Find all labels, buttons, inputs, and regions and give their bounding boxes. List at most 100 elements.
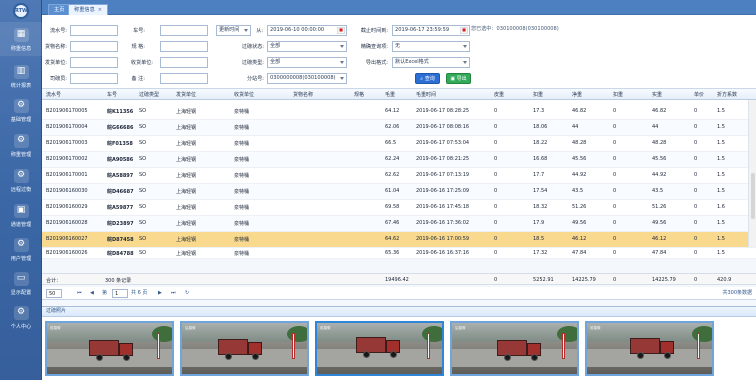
sidebar-item-user-management[interactable]: ⚙ 用户管理 — [0, 232, 42, 266]
photo-truck — [630, 334, 675, 360]
remote-weigh-icon: ⚙ — [13, 169, 29, 183]
sidebar-item-channel-management[interactable]: ▣ 通道管理 — [0, 198, 42, 232]
weighing-type-label: 过磅类型: — [241, 60, 264, 66]
spec-input[interactable] — [160, 41, 208, 52]
weighing-type-select[interactable]: 全部 — [267, 57, 347, 68]
table-row[interactable]: B201906170005 皖K11356 SO 上海轻钢 泉特桶 64.12 2019-0… — [42, 104, 756, 120]
photo-trees — [557, 326, 577, 342]
column-header[interactable]: 毛重时间 — [416, 91, 436, 98]
sidebar-item-basic-management[interactable]: ⚙ 基础管理 — [0, 93, 42, 127]
column-header[interactable]: 过磅类型 — [139, 91, 159, 98]
column-header[interactable]: 货物名称 — [293, 91, 313, 98]
precise-query-label: 精确查询项: — [360, 44, 388, 50]
weighing-photo-thumbnail[interactable]: 前摄像 — [585, 321, 714, 376]
vertical-scrollbar[interactable] — [748, 100, 756, 247]
sidebar-item-label: 统计报表 — [10, 83, 32, 89]
sidebar-item-weighing-info[interactable]: ▦ 称重信息 — [0, 22, 42, 56]
scroll-thumb[interactable] — [751, 173, 755, 219]
table-row[interactable]: B201906160026 皖D84788 SO 上海轻钢 泉特桶 65.36 2019-0… — [42, 248, 756, 259]
end-time-input[interactable]: 2019-06-17 23:59:59 ■ — [392, 25, 470, 36]
table-row[interactable]: B201906170004 皖G66686 SO 上海轻钢 泉特桶 62.06 2019-0… — [42, 120, 756, 136]
summary-actual-total: 14225.79 — [652, 277, 676, 283]
flow-number-input[interactable] — [70, 25, 118, 36]
prev-page-icon[interactable]: ◀ — [90, 289, 94, 298]
table-header: 流水号 车号 过磅类型 发货单位 收货单位 货物名称 规格 毛重 毛重时间 皮重… — [42, 89, 756, 100]
weighing-photo-thumbnail[interactable]: 前摄像 — [45, 321, 174, 376]
calendar-icon[interactable]: ■ — [337, 27, 345, 34]
operator-input[interactable] — [70, 73, 118, 84]
column-header[interactable]: 车号 — [107, 91, 117, 98]
search-button[interactable]: ⌕ 查询 — [415, 73, 440, 84]
spec-label: 规 格: — [131, 44, 145, 50]
camera-label: 前摄像 — [50, 326, 61, 330]
summary-second-deduct-total: 0 — [613, 277, 617, 283]
photo-truck — [89, 336, 134, 362]
table-row[interactable]: B201906170002 皖A90586 SO 上海轻钢 泉特桶 62.24 2019-0… — [42, 152, 756, 168]
sidebar-item-personal-center[interactable]: ⚙ 个人中心 — [0, 300, 42, 334]
column-header[interactable]: 实重 — [652, 91, 662, 98]
column-header[interactable]: 扣重 — [533, 91, 543, 98]
sender-input[interactable] — [70, 57, 118, 68]
weighing-status-select[interactable]: 全部 — [267, 41, 347, 52]
sidebar-item-statistics[interactable]: ▥ 统计报表 — [0, 59, 42, 93]
export-format-select[interactable]: 默认Excel格式 — [392, 57, 470, 68]
sidebar-item-label: 个人中心 — [10, 324, 32, 330]
first-page-icon[interactable]: ⏮ — [77, 289, 82, 298]
receiver-input[interactable] — [160, 57, 208, 68]
precise-query-select[interactable]: 无 — [392, 41, 470, 52]
column-header[interactable]: 扣重 — [613, 91, 623, 98]
weighing-records-table: 流水号 车号 过磅类型 发货单位 收货单位 货物名称 规格 毛重 毛重时间 皮重… — [42, 89, 756, 259]
sidebar-item-weighing-management[interactable]: ⚙ 称重管理 — [0, 128, 42, 162]
chart-icon: ▥ — [13, 65, 29, 79]
table-row[interactable]: B201906160030 皖D46687 SO 上海轻钢 泉特桶 61.04 2019-0… — [42, 184, 756, 200]
table-row[interactable]: B201906170001 皖A58897 SO 上海轻钢 泉特桶 62.62 2019-0… — [42, 168, 756, 184]
table-row[interactable]: B201906160028 皖D23897 SO 上海轻钢 泉特桶 67.46 2019-0… — [42, 216, 756, 232]
remark-input[interactable] — [160, 73, 208, 84]
page-number-input[interactable]: 1 — [112, 289, 128, 298]
column-header[interactable]: 收货单位 — [234, 91, 254, 98]
column-header[interactable]: 净重 — [572, 91, 582, 98]
summary-net-total: 14225.79 — [572, 277, 596, 283]
start-time-input[interactable]: 2019-06-10 00:00:00 ■ — [267, 25, 347, 36]
column-header[interactable]: 皮重 — [494, 91, 504, 98]
top-tab-bar: 主页 称重信息 × — [42, 0, 756, 15]
weighing-photo-thumbnail[interactable]: 后摄像 — [180, 321, 309, 376]
sidebar-item-label: 显示配置 — [10, 290, 32, 296]
pagination-bar: 50 ⏮ ◀ 第 1 共 6 页 ▶ ⏭ ↻ 共300条数据 — [42, 287, 756, 300]
camera-label: 后摄像 — [185, 326, 196, 330]
tab-weighing-info[interactable]: 称重信息 × — [68, 4, 109, 15]
column-header[interactable]: 毛重 — [385, 91, 395, 98]
user-admin-icon: ⚙ — [13, 238, 29, 252]
station-select[interactable]: 0300000008(030100008) — [267, 73, 347, 84]
next-page-icon[interactable]: ▶ — [158, 289, 162, 298]
close-icon[interactable]: × — [98, 7, 102, 13]
photo-trees — [287, 326, 307, 342]
column-header[interactable]: 发货单位 — [176, 91, 196, 98]
photo-panel-title: 过磅照片 — [42, 307, 756, 317]
column-header[interactable]: 流水号 — [46, 91, 61, 98]
goods-name-input[interactable] — [70, 41, 118, 52]
table-row[interactable]: B201906170003 皖F01358 SO 上海轻钢 泉特桶 66.5 2019-06… — [42, 136, 756, 152]
column-header[interactable]: 规格 — [354, 91, 364, 98]
sidebar-item-remote-weighing[interactable]: ⚙ 远程过衡 — [0, 163, 42, 197]
time-type-select[interactable]: 更新时间 — [216, 25, 251, 36]
station-label: 分站号: — [247, 76, 264, 82]
selected-weighing-photo-thumbnail[interactable]: 前摄像 — [315, 321, 444, 376]
column-header[interactable]: 折方系数 — [717, 91, 737, 98]
goods-name-label: 货物名称: — [44, 44, 67, 50]
page-size-select[interactable]: 50 — [46, 289, 62, 298]
export-button[interactable]: ▣ 导出 — [446, 73, 471, 84]
weighing-photo-thumbnail[interactable]: 后摄像 — [450, 321, 579, 376]
sender-label: 发货单位: — [44, 60, 67, 66]
column-header[interactable]: 单价 — [694, 91, 704, 98]
channel-icon: ▣ — [13, 204, 29, 218]
sidebar-item-display-config[interactable]: ▭ 显示配置 — [0, 266, 42, 300]
camera-label: 前摄像 — [320, 326, 331, 330]
plate-number-input[interactable] — [160, 25, 208, 36]
calendar-icon[interactable]: ■ — [460, 27, 468, 34]
table-row[interactable]: B201906160029 皖A59877 SO 上海轻钢 泉特桶 69.58 2019-0… — [42, 200, 756, 216]
refresh-icon[interactable]: ↻ — [185, 289, 189, 298]
selected-table-row[interactable]: B201906160027 皖D87458 SO 上海轻钢 泉特桶 64.62 2019-0… — [42, 232, 756, 248]
last-page-icon[interactable]: ⏭ — [171, 289, 176, 298]
photo-barrier — [157, 333, 160, 359]
